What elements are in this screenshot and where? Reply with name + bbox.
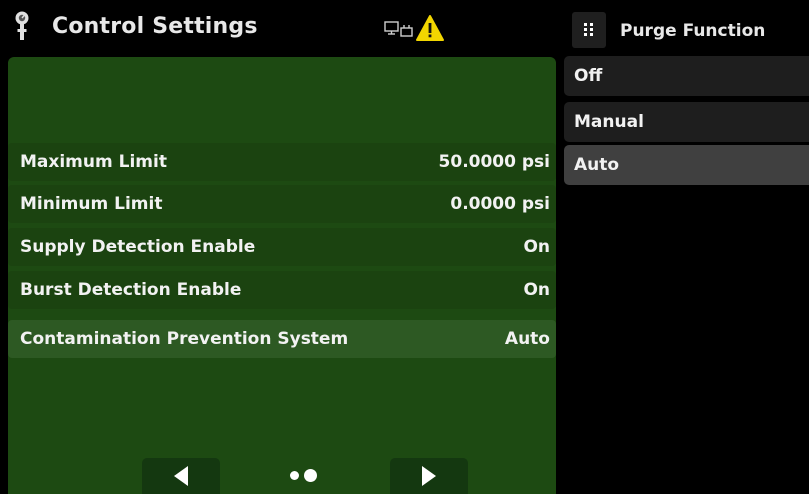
row-label: Supply Detection Enable <box>20 237 256 257</box>
supply-detection-row[interactable]: Supply Detection Enable On <box>8 228 556 266</box>
option-label: Auto <box>574 155 620 175</box>
arrow-left-icon <box>174 466 188 486</box>
option-label: Manual <box>574 112 644 132</box>
purge-option-off[interactable]: Off <box>564 56 809 96</box>
option-label: Off <box>574 66 603 86</box>
row-label: Minimum Limit <box>20 194 163 214</box>
header-bar: Control Settings <box>0 0 555 56</box>
purge-option-auto[interactable]: Auto <box>564 145 809 185</box>
row-label: Maximum Limit <box>20 152 167 172</box>
settings-panel: Maximum Limit 50.0000 psi Minimum Limit … <box>8 57 556 494</box>
row-value: Auto <box>504 329 550 349</box>
maximum-limit-row[interactable]: Maximum Limit 50.0000 psi <box>8 143 556 181</box>
contamination-prevention-row[interactable]: Contamination Prevention System Auto <box>8 320 556 358</box>
page-indicator <box>290 469 330 483</box>
row-value: On <box>523 280 550 300</box>
page-dot-2 <box>304 469 317 482</box>
menu-grid-button[interactable] <box>572 12 606 48</box>
row-value: 50.0000 psi <box>438 152 550 172</box>
purge-option-manual[interactable]: Manual <box>564 102 809 142</box>
row-label: Burst Detection Enable <box>20 280 242 300</box>
purge-panel-header: Purge Function <box>564 8 809 54</box>
row-value: On <box>523 237 550 257</box>
previous-page-button[interactable] <box>142 458 220 494</box>
remote-computer-icon[interactable] <box>384 20 414 38</box>
next-page-button[interactable] <box>390 458 468 494</box>
grid-dots-icon <box>584 23 593 36</box>
minimum-limit-row[interactable]: Minimum Limit 0.0000 psi <box>8 185 556 223</box>
pressure-gauge-icon <box>15 11 29 40</box>
page-dot-1 <box>290 471 299 480</box>
page-title: Control Settings <box>52 14 258 39</box>
arrow-right-icon <box>422 466 436 486</box>
row-value: 0.0000 psi <box>450 194 550 214</box>
row-label: Contamination Prevention System <box>20 329 349 349</box>
warning-icon[interactable] <box>415 14 445 42</box>
purge-panel-title: Purge Function <box>620 21 766 41</box>
burst-detection-row[interactable]: Burst Detection Enable On <box>8 271 556 309</box>
